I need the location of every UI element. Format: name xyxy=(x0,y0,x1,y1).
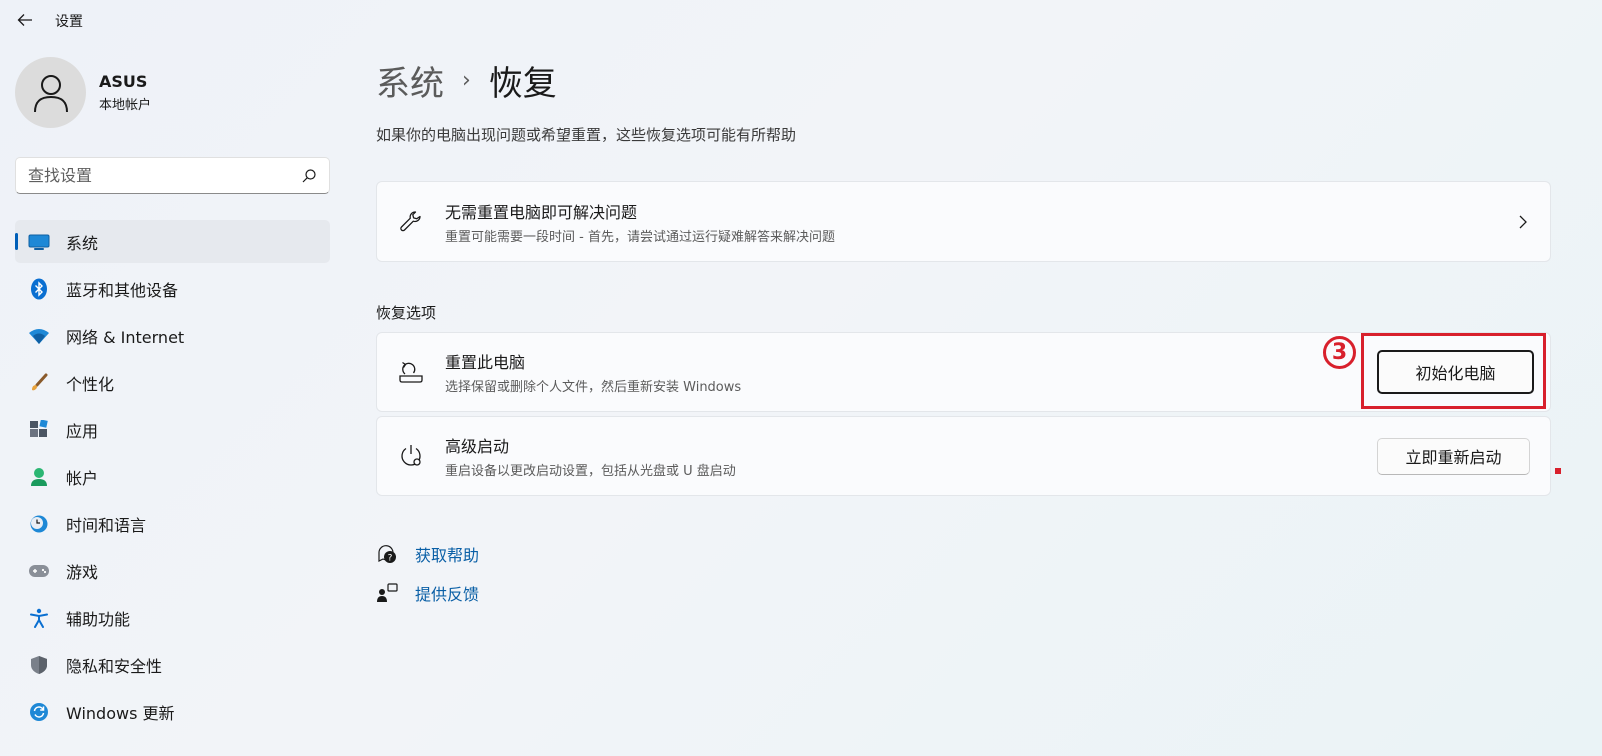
troubleshoot-title: 无需重置电脑即可解决问题 xyxy=(445,202,638,222)
chevron-right-icon: › xyxy=(462,68,471,93)
sidebar-item-label: 网络 & Internet xyxy=(66,327,185,347)
wrench-icon xyxy=(398,209,424,235)
troubleshoot-card[interactable]: 无需重置电脑即可解决问题 重置可能需要一段时间 - 首先，请尝试通过运行疑难解答… xyxy=(376,181,1551,262)
sidebar-item-personalization[interactable]: 个性化 xyxy=(15,361,330,404)
brush-icon xyxy=(28,372,50,394)
wifi-icon xyxy=(28,325,50,347)
reset-pc-title: 重置此电脑 xyxy=(445,353,526,372)
sidebar-item-apps[interactable]: 应用 xyxy=(15,408,330,451)
search-box xyxy=(15,157,330,194)
sidebar-item-label: 帐户 xyxy=(66,468,99,488)
svg-text:?: ? xyxy=(388,553,393,563)
back-button[interactable] xyxy=(10,6,40,34)
sidebar-nav: 系统 蓝牙和其他设备 网络 & Internet 个性化 应用 帐户 时间和语言… xyxy=(15,220,330,737)
reset-icon xyxy=(398,359,424,385)
chevron-right-icon xyxy=(1519,215,1527,228)
search-icon[interactable] xyxy=(301,168,317,184)
sidebar-item-label: 时间和语言 xyxy=(66,515,147,535)
profile-name: ASUS xyxy=(99,72,148,91)
account-type: 本地帐户 xyxy=(99,98,152,113)
accessibility-icon xyxy=(28,607,50,629)
page-title: 恢复 xyxy=(488,64,557,104)
sidebar-item-label: 蓝牙和其他设备 xyxy=(66,280,179,300)
advanced-startup-title: 高级启动 xyxy=(445,437,510,456)
highlight-box xyxy=(1361,333,1546,409)
link-label: 提供反馈 xyxy=(415,584,480,604)
sidebar-item-label: 系统 xyxy=(66,233,99,253)
update-icon xyxy=(28,701,50,723)
advanced-startup-subtitle: 重启设备以更改启动设置，包括从光盘或 U 盘启动 xyxy=(445,464,736,479)
advanced-startup-icon xyxy=(398,443,424,469)
sidebar-item-label: 游戏 xyxy=(66,562,99,582)
sidebar-item-label: 辅助功能 xyxy=(66,609,131,629)
account-icon xyxy=(28,466,50,488)
gamepad-icon xyxy=(28,560,50,582)
clock-globe-icon xyxy=(28,513,50,535)
sidebar-item-network[interactable]: 网络 & Internet xyxy=(15,314,330,357)
help-links: ? 获取帮助 提供反馈 xyxy=(376,534,479,612)
advanced-startup-card: 高级启动 重启设备以更改启动设置，包括从光盘或 U 盘启动 立即重新启动 xyxy=(376,416,1551,496)
sidebar-item-bluetooth[interactable]: 蓝牙和其他设备 xyxy=(15,267,330,310)
sidebar-item-label: 应用 xyxy=(66,421,99,441)
bluetooth-icon xyxy=(28,278,50,300)
person-icon xyxy=(33,74,68,112)
window-title: 设置 xyxy=(55,14,83,30)
get-help-link[interactable]: ? 获取帮助 xyxy=(376,534,479,573)
help-icon: ? xyxy=(376,543,398,565)
sidebar-item-time-language[interactable]: 时间和语言 xyxy=(15,502,330,545)
link-label: 获取帮助 xyxy=(415,545,480,565)
sidebar-item-accessibility[interactable]: 辅助功能 xyxy=(15,596,330,639)
sidebar-item-gaming[interactable]: 游戏 xyxy=(15,549,330,592)
sidebar-item-label: 个性化 xyxy=(66,374,115,394)
search-input[interactable] xyxy=(28,166,301,185)
annotation-marker xyxy=(1555,468,1561,474)
feedback-icon xyxy=(376,582,398,604)
reset-pc-subtitle: 选择保留或删除个人文件，然后重新安装 Windows xyxy=(445,380,742,395)
sidebar-item-system[interactable]: 系统 xyxy=(15,220,330,263)
sidebar-item-windows-update[interactable]: Windows 更新 xyxy=(15,690,330,733)
troubleshoot-subtitle: 重置可能需要一段时间 - 首先，请尝试通过运行疑难解答来解决问题 xyxy=(445,229,835,245)
breadcrumb: 系统 › 恢复 xyxy=(376,56,557,105)
feedback-link[interactable]: 提供反馈 xyxy=(376,573,479,612)
title-bar: 设置 xyxy=(0,0,1602,40)
shield-icon xyxy=(28,654,50,676)
sidebar-item-label: Windows 更新 xyxy=(66,703,175,723)
sidebar-item-privacy-security[interactable]: 隐私和安全性 xyxy=(15,643,330,686)
section-heading: 恢复选项 xyxy=(376,304,437,322)
sidebar-item-label: 隐私和安全性 xyxy=(66,656,163,676)
apps-icon xyxy=(28,419,50,441)
avatar xyxy=(15,57,86,128)
page-description: 如果你的电脑出现问题或希望重置，这些恢复选项可能有所帮助 xyxy=(376,126,797,144)
user-profile[interactable]: ASUS 本地帐户 xyxy=(15,57,151,128)
step-number-badge: 3 xyxy=(1323,336,1356,369)
back-arrow-icon xyxy=(17,14,32,26)
breadcrumb-parent[interactable]: 系统 xyxy=(376,56,444,105)
sidebar-item-accounts[interactable]: 帐户 xyxy=(15,455,330,498)
system-icon xyxy=(28,231,50,253)
restart-now-button[interactable]: 立即重新启动 xyxy=(1377,437,1530,475)
